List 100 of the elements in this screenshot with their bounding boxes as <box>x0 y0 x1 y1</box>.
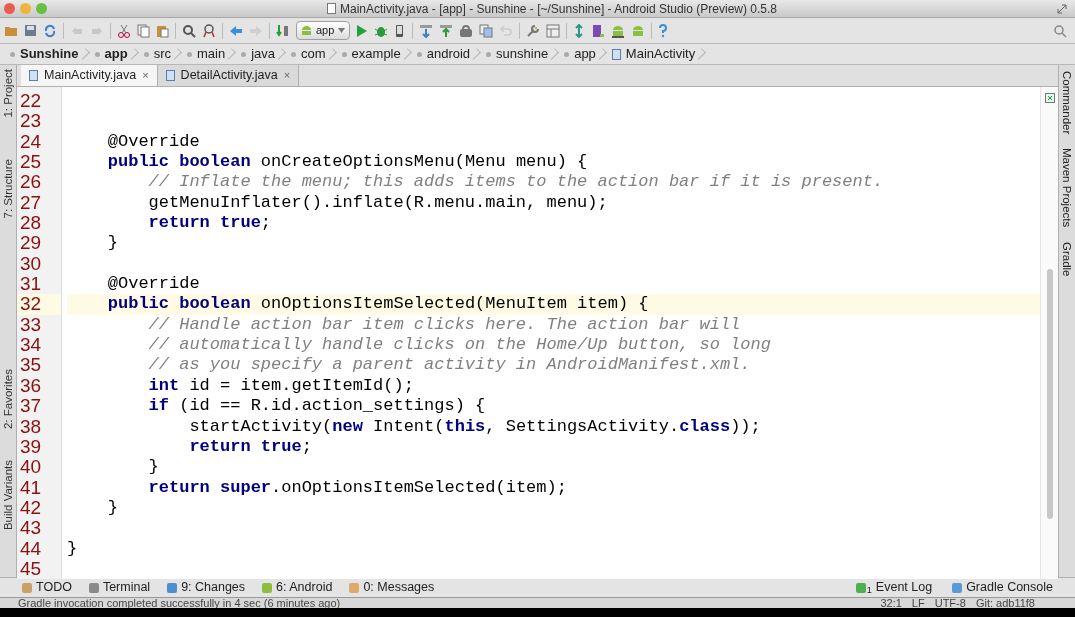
tool-window-tab[interactable]: 7: Structure <box>1 159 15 219</box>
tool-window-tab[interactable]: Commander <box>1060 71 1074 135</box>
window-title: MainActivity.java - [app] - Sunshine - [~/Sunshine] - Android Studio (Preview) 0.5.8 <box>340 0 777 18</box>
breadcrumb[interactable]: app <box>88 44 134 64</box>
class-file-icon <box>165 70 175 81</box>
code-line: @Override <box>106 131 200 151</box>
line-number: 37 <box>20 395 42 417</box>
line-number: 45 <box>20 557 42 579</box>
breadcrumb[interactable]: android <box>410 44 477 64</box>
help-icon[interactable] <box>658 23 669 38</box>
close-tab-button[interactable]: × <box>142 67 149 84</box>
line-number: 33 <box>20 313 42 335</box>
tool-window-button[interactable]: Terminal <box>88 578 151 597</box>
code-line: } <box>147 457 159 477</box>
tool-window-button[interactable]: Gradle Console <box>952 577 1053 598</box>
maximize-window-button[interactable] <box>36 3 47 14</box>
line-number: 30 <box>20 252 42 274</box>
save-icon[interactable] <box>24 24 37 37</box>
sdk-manager-icon[interactable] <box>611 23 626 38</box>
line-number: 25 <box>20 151 42 173</box>
code-line: return true; <box>147 213 272 233</box>
code-line: startActivity(new Intent(this, SettingsActivity.class)); <box>188 416 761 436</box>
line-number: 43 <box>20 517 42 539</box>
line-number: 44 <box>20 537 42 559</box>
tool-window-tab[interactable]: 1: Project <box>1 69 15 118</box>
breadcrumb[interactable]: com <box>285 44 332 64</box>
tool-window-button[interactable]: 1 Event Log <box>855 577 933 598</box>
line-number: 24 <box>20 130 42 152</box>
vcs-commit-icon[interactable] <box>439 23 454 38</box>
code-line: // automatically handle clicks on the Home/Up button, so long <box>147 335 771 355</box>
vcs-update-icon[interactable] <box>419 23 434 38</box>
code-line: int id = item.getItemId(); <box>147 375 414 395</box>
tool-window-tab[interactable]: Gradle <box>1060 241 1074 277</box>
close-window-button[interactable] <box>4 3 15 14</box>
breadcrumb[interactable]: src <box>137 44 177 64</box>
scrollbar[interactable] <box>1046 269 1053 519</box>
tool-window-button[interactable]: 0: Messages <box>349 578 435 597</box>
project-structure-icon[interactable] <box>546 23 561 38</box>
code-line: } <box>106 497 118 517</box>
line-number: 40 <box>20 456 42 478</box>
search-icon[interactable] <box>1053 23 1067 38</box>
sdk-sync-icon[interactable] <box>573 23 586 38</box>
editor-tab[interactable]: MainActivity.java × <box>21 65 158 86</box>
code-line: public boolean onCreateOptionsMenu(Menu menu) { <box>106 152 588 172</box>
caret-icon <box>338 28 346 33</box>
vcs-branch[interactable]: Git: adb11f8 <box>975 598 1035 608</box>
run-configuration-dropdown[interactable]: app <box>296 21 351 40</box>
run-icon[interactable] <box>356 23 369 38</box>
code-line: return super.onOptionsItemSelected(item); <box>147 477 567 497</box>
cut-icon[interactable] <box>117 23 131 38</box>
line-number: 28 <box>20 212 42 234</box>
search-icon[interactable] <box>182 23 196 38</box>
tool-window-tab[interactable]: Build Variants <box>1 460 15 531</box>
code-line: public boolean onOptionsItemSelected(MenuItem item) { <box>106 294 649 314</box>
line-number: 42 <box>20 496 42 518</box>
line-number: 26 <box>20 171 42 193</box>
line-number: 34 <box>20 334 42 356</box>
replace-icon[interactable] <box>202 23 216 38</box>
tool-window-button[interactable]: 6: Android <box>262 578 333 597</box>
tool-window-button[interactable]: 9: Changes <box>167 578 246 597</box>
file-encoding[interactable]: UTF-8 <box>934 598 966 608</box>
tab-label: MainActivity.java <box>44 67 137 85</box>
breadcrumb[interactable]: sunshine <box>480 44 555 64</box>
minimize-window-button[interactable] <box>20 3 31 14</box>
breadcrumb[interactable]: main <box>181 44 232 64</box>
class-file-icon <box>29 70 38 81</box>
line-number: 38 <box>20 415 42 437</box>
settings-icon[interactable] <box>526 23 541 38</box>
compare-icon[interactable] <box>479 23 494 38</box>
editor-tab[interactable]: DetailActivity.java × <box>157 65 300 86</box>
caret-position[interactable]: 32:1 <box>880 598 902 608</box>
back-icon[interactable] <box>229 24 243 37</box>
breadcrumb[interactable]: example <box>335 44 407 64</box>
class-file-icon <box>611 48 621 60</box>
avd-manager-icon[interactable] <box>591 23 606 38</box>
tool-window-tab[interactable]: Maven Projects <box>1060 148 1074 228</box>
android-icon[interactable] <box>631 23 646 38</box>
line-number: 27 <box>20 191 42 213</box>
code-line: } <box>67 538 78 558</box>
folder-icon[interactable] <box>4 24 18 37</box>
sync-icon[interactable] <box>43 23 57 38</box>
line-number: 39 <box>20 435 42 457</box>
copy-icon[interactable] <box>137 23 150 38</box>
inspection-status-icon <box>1044 93 1055 103</box>
line-number: 32 <box>20 293 42 315</box>
fullscreen-icon[interactable] <box>1057 3 1067 14</box>
tool-window-button[interactable]: TODO <box>22 578 72 597</box>
code-line: getMenuInflater().inflate(R.menu.main, menu); <box>147 192 608 212</box>
line-number: 36 <box>20 374 42 396</box>
close-tab-button[interactable]: × <box>283 67 291 84</box>
breadcrumb[interactable]: app <box>558 44 602 64</box>
breadcrumb[interactable]: Sunshine <box>4 44 85 64</box>
line-number: 22 <box>20 90 42 111</box>
tool-window-tab[interactable]: 2: Favorites <box>1 369 15 430</box>
line-separator[interactable]: LF <box>911 598 925 608</box>
breadcrumb[interactable]: java <box>235 44 282 64</box>
paste-icon[interactable] <box>156 23 169 38</box>
tab-label: DetailActivity.java <box>180 67 278 85</box>
code-line: @Override <box>106 274 200 294</box>
breadcrumb[interactable]: MainActivity <box>605 44 702 64</box>
